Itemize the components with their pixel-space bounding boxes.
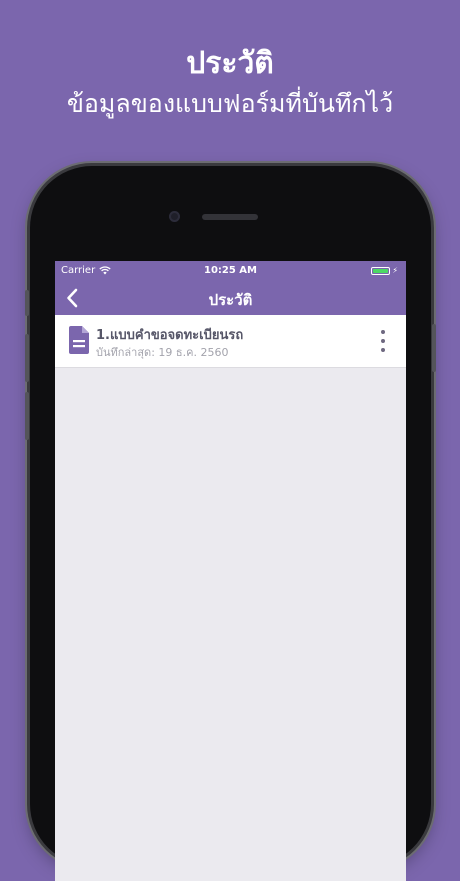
app-screen: Carrier 10:25 AM ⚡ ประวัติ 1.แบบคำขอจดทะ… bbox=[55, 261, 406, 881]
status-bar: Carrier 10:25 AM ⚡ bbox=[55, 261, 406, 281]
history-item-title: 1.แบบคำขอจดทะเบียนรถ bbox=[96, 328, 244, 343]
history-list-item[interactable]: 1.แบบคำขอจดทะเบียนรถ บันทึกล่าสุด: 19 ธ.… bbox=[55, 315, 406, 368]
phone-frame: Carrier 10:25 AM ⚡ ประวัติ 1.แบบคำขอจดทะ… bbox=[25, 166, 436, 881]
mute-switch bbox=[25, 290, 29, 316]
promo-subtitle: ข้อมูลของแบบฟอร์มที่บันทึกไว้ bbox=[66, 89, 394, 118]
earpiece-speaker bbox=[202, 214, 258, 220]
battery-charging-icon: ⚡ bbox=[371, 266, 398, 275]
page-title: ประวัติ bbox=[208, 291, 253, 309]
more-vertical-icon bbox=[381, 330, 385, 334]
power-button bbox=[432, 324, 436, 372]
more-options-button[interactable] bbox=[376, 330, 390, 352]
promo-title: ประวัติ bbox=[186, 46, 274, 81]
volume-up-button bbox=[25, 334, 29, 382]
front-camera bbox=[169, 211, 180, 222]
history-item-saved-date: บันทึกล่าสุด: 19 ธ.ค. 2560 bbox=[96, 346, 229, 359]
document-icon bbox=[69, 326, 89, 354]
volume-down-button bbox=[25, 392, 29, 440]
navigation-bar: ประวัติ bbox=[55, 281, 406, 315]
status-time: 10:25 AM bbox=[203, 265, 257, 276]
